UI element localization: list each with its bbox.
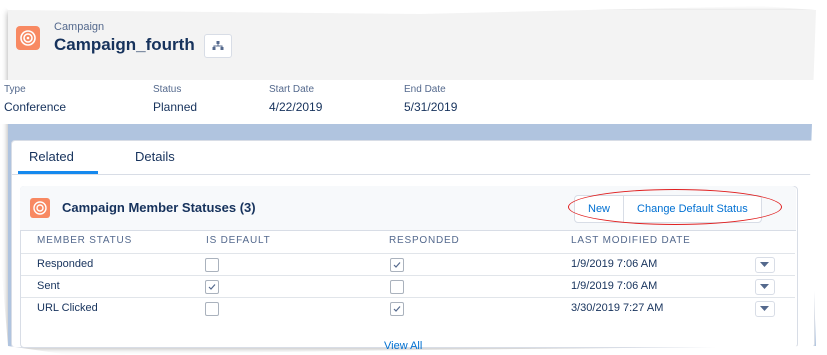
torn-edge-overlay <box>0 0 827 355</box>
page: Campaign Campaign_fourth Type Conference… <box>0 0 827 355</box>
